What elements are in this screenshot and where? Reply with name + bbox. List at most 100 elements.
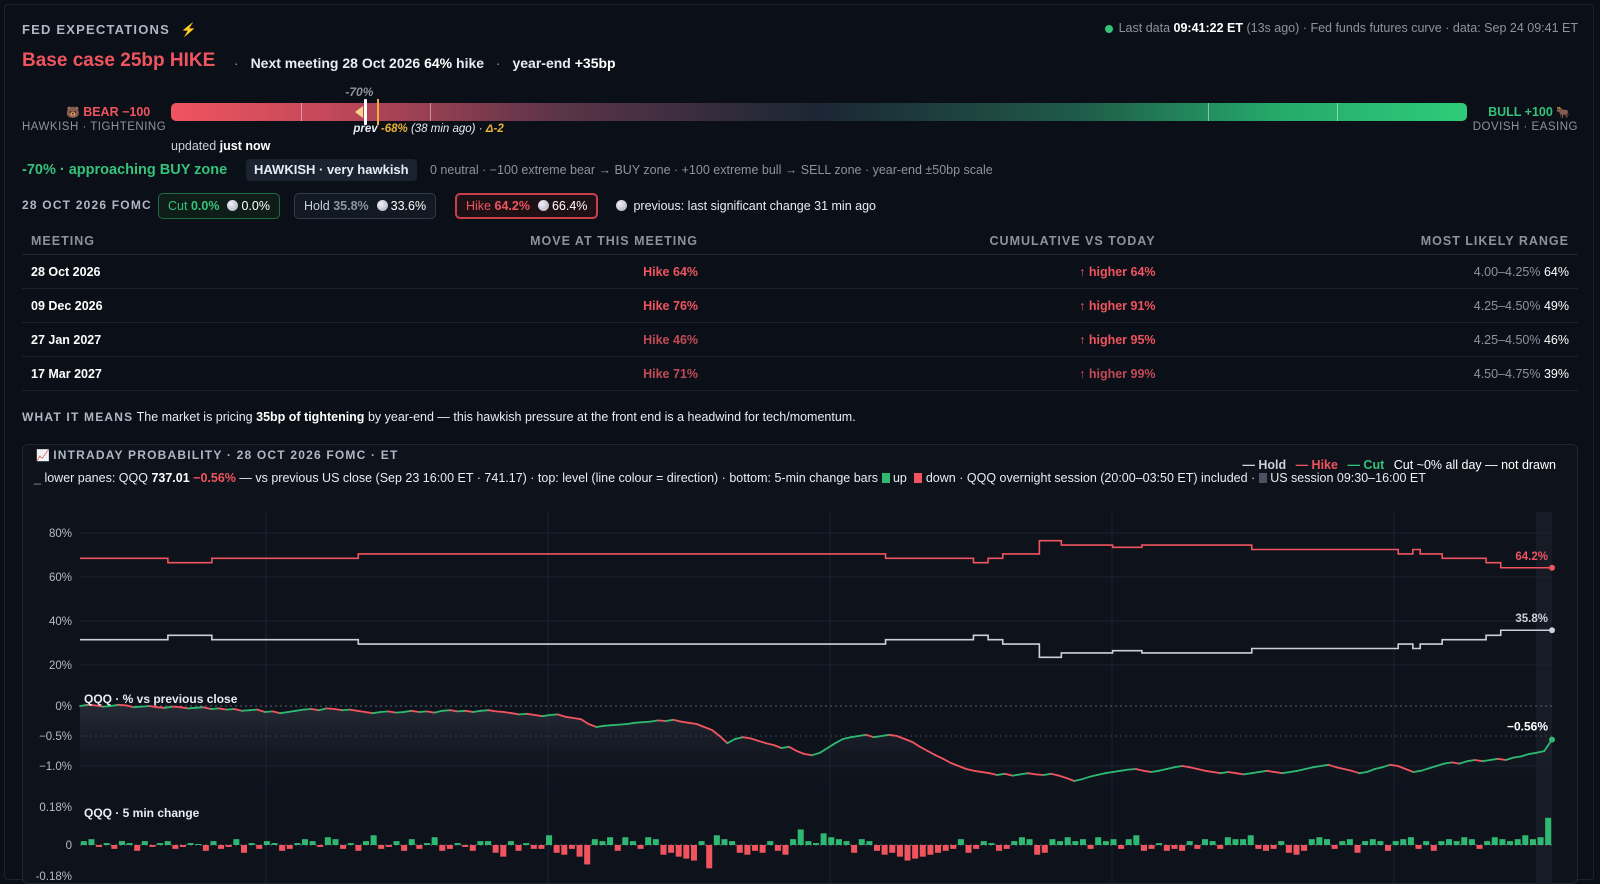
qqq-line-segment xyxy=(1111,769,1122,773)
qqq-line-segment xyxy=(1450,761,1461,765)
change-bar xyxy=(828,837,835,845)
change-bar xyxy=(1400,839,1407,845)
change-bar xyxy=(469,845,476,851)
change-bar xyxy=(1034,845,1041,855)
change-bar xyxy=(286,845,293,849)
qqq-line-segment xyxy=(1019,772,1029,776)
change-bar xyxy=(1194,845,1201,849)
y-tick-label: −0.5% xyxy=(39,731,72,743)
change-bar xyxy=(980,841,987,845)
change-bar xyxy=(1476,845,1483,849)
change-bar xyxy=(584,845,591,865)
qqq-line-segment xyxy=(880,733,891,737)
change-bar xyxy=(218,845,225,849)
change-bar xyxy=(1148,845,1155,849)
qqq-line-segment xyxy=(294,708,305,712)
change-bar xyxy=(309,841,316,845)
change-bar xyxy=(1110,839,1117,845)
qqq-line-segment xyxy=(1289,769,1299,773)
qqq-line-segment xyxy=(1027,772,1037,776)
change-bar xyxy=(118,841,125,845)
qqq-line-segment xyxy=(1250,771,1261,775)
qqq-line-segment xyxy=(664,718,675,722)
change-bar xyxy=(401,845,408,851)
change-bar xyxy=(607,837,614,845)
change-bar xyxy=(1461,837,1468,845)
qqq-line-segment xyxy=(1181,765,1191,769)
qqq-line-segment xyxy=(649,719,659,723)
change-bar xyxy=(1491,837,1498,845)
change-bar xyxy=(347,843,354,845)
qqq-line-segment xyxy=(1150,769,1160,773)
qqq-line-segment xyxy=(572,717,582,721)
change-bar xyxy=(1118,845,1125,849)
change-bar xyxy=(1354,845,1361,853)
qqq-line-segment xyxy=(1142,769,1153,773)
qqq-line-segment xyxy=(441,709,451,712)
series-end-dot-hold xyxy=(1549,627,1555,634)
change-bar xyxy=(698,841,705,845)
change-bar xyxy=(614,845,621,851)
change-bar xyxy=(1209,841,1216,845)
change-bar xyxy=(767,841,774,845)
change-bar xyxy=(202,845,209,851)
intraday-chart: 80% 60% 40% 20% 64.2% 35.8% 0% −0.5% −1.0% −0.56%… xyxy=(36,512,1555,884)
qqq-line-segment xyxy=(341,708,351,712)
change-bar xyxy=(355,845,362,851)
qqq-line-segment xyxy=(264,710,274,713)
change-bar xyxy=(1308,839,1315,845)
y-tick-label: 20% xyxy=(49,660,72,672)
qqq-line-segment xyxy=(595,724,605,728)
change-bar xyxy=(1430,845,1437,851)
qqq-line-segment xyxy=(1219,771,1230,775)
change-bar xyxy=(942,845,949,851)
change-bar xyxy=(973,845,980,849)
qqq-line-segment xyxy=(194,706,205,709)
change-bar xyxy=(1247,835,1254,845)
change-bar xyxy=(1125,839,1132,845)
change-bar xyxy=(279,845,286,851)
change-bar xyxy=(1522,835,1529,845)
change-bar xyxy=(843,841,850,845)
qqq-line-segment xyxy=(518,712,528,716)
qqq-line-segment xyxy=(1389,763,1399,767)
qqq-line-segment xyxy=(287,709,297,713)
qqq-line-segment xyxy=(1497,757,1507,761)
qqq-line-segment xyxy=(1481,759,1492,763)
change-bar xyxy=(637,845,644,849)
change-bar xyxy=(126,843,133,845)
change-bar xyxy=(332,839,339,845)
change-bar xyxy=(1278,841,1285,845)
qqq-line-segment xyxy=(449,709,459,713)
change-bar xyxy=(408,839,415,845)
qqq-line-segment xyxy=(1319,763,1330,767)
qqq-line-segment xyxy=(996,772,1006,776)
pane-qqq-change-label: QQQ · 5 min change xyxy=(84,806,200,820)
series-end-dot-hike xyxy=(1549,564,1555,571)
qqq-line-segment xyxy=(1273,771,1284,775)
qqq-line-segment xyxy=(1242,772,1253,776)
change-bar xyxy=(134,845,141,851)
change-bar xyxy=(233,839,240,845)
change-bar xyxy=(362,841,370,845)
qqq-line-segment xyxy=(1412,769,1422,773)
change-bar xyxy=(88,839,95,845)
qqq-line-segment xyxy=(1466,759,1476,763)
qqq-line-segment xyxy=(210,707,220,710)
change-bar xyxy=(1026,839,1033,845)
qqq-line-segment xyxy=(849,735,860,739)
change-bar xyxy=(462,845,469,847)
qqq-line-segment xyxy=(872,735,883,739)
change-bar xyxy=(416,845,423,849)
change-bar xyxy=(294,843,301,845)
y-tick-label: 0% xyxy=(55,701,72,713)
change-bar xyxy=(210,841,217,845)
change-bar xyxy=(1057,841,1064,845)
change-bar xyxy=(1224,837,1231,845)
change-bar xyxy=(324,837,331,845)
change-bar xyxy=(1262,845,1270,851)
change-bar xyxy=(988,843,995,845)
change-bar xyxy=(1514,839,1521,845)
change-bar xyxy=(996,845,1003,851)
change-bar xyxy=(1362,841,1369,845)
